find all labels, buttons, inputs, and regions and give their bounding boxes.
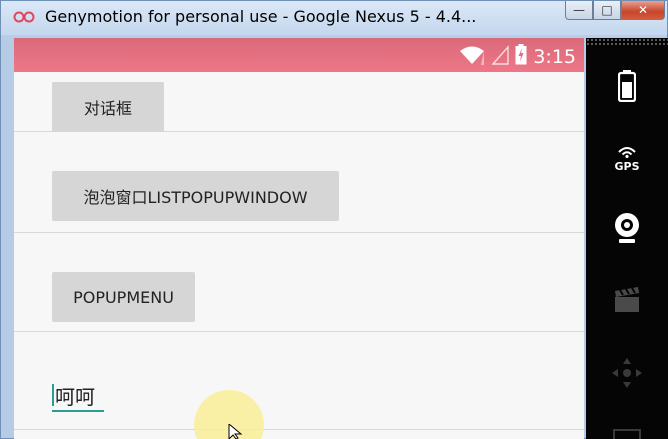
dialog-button[interactable]: 对话框: [52, 82, 164, 132]
genymotion-logo-icon: [13, 9, 35, 25]
clapperboard-icon: [613, 286, 641, 318]
divider: [14, 429, 584, 430]
panel-grip: [586, 38, 668, 46]
battery-widget-button[interactable]: [586, 68, 668, 108]
app-content: 对话框 泡泡窗口LISTPOPUPWINDOW POPUPMENU 呵呵: [14, 72, 584, 439]
battery-charging-icon: [515, 44, 527, 70]
text-input-field[interactable]: 呵呵: [52, 380, 104, 412]
text-cursor: [52, 384, 54, 406]
maximize-button[interactable]: □: [593, 1, 621, 20]
mouse-pointer-icon: [228, 422, 244, 439]
divider: [14, 331, 584, 332]
gps-label: GPS: [614, 160, 640, 173]
webcam-widget-button[interactable]: [586, 210, 668, 250]
title-bar[interactable]: Genymotion for personal use - Google Nex…: [1, 1, 667, 35]
minimize-icon: —: [573, 3, 585, 17]
maximize-icon: □: [601, 3, 613, 17]
divider: [14, 232, 584, 233]
text-input-value: 呵呵: [55, 384, 95, 409]
status-bar: 3:15: [14, 38, 584, 72]
widget-icon: [612, 425, 642, 439]
window-title: Genymotion for personal use - Google Nex…: [45, 7, 477, 26]
genymotion-side-panel: GPS: [586, 38, 668, 439]
dpad-widget-button[interactable]: [586, 353, 668, 397]
battery-icon: [617, 70, 637, 106]
status-time: 3:15: [533, 46, 576, 68]
list-popup-window-button[interactable]: 泡泡窗口LISTPOPUPWINDOW: [52, 171, 339, 221]
close-button[interactable]: ✕: [621, 1, 665, 20]
close-icon: ✕: [637, 3, 649, 17]
popup-menu-button[interactable]: POPUPMENU: [52, 272, 195, 322]
gps-widget-button[interactable]: GPS: [586, 136, 668, 180]
screencast-widget-button[interactable]: [586, 282, 668, 322]
android-screen: 3:15 对话框 泡泡窗口LISTPOPUPWINDOW POPUPMENU 呵…: [14, 38, 584, 439]
signal-icon: [491, 44, 510, 70]
window-controls: — □ ✕: [565, 1, 665, 21]
divider: [14, 131, 584, 132]
more-widget-button[interactable]: [586, 424, 668, 439]
webcam-icon: [612, 211, 642, 249]
wifi-icon: [459, 45, 485, 70]
dpad-icon: [610, 356, 644, 394]
minimize-button[interactable]: —: [565, 1, 593, 20]
